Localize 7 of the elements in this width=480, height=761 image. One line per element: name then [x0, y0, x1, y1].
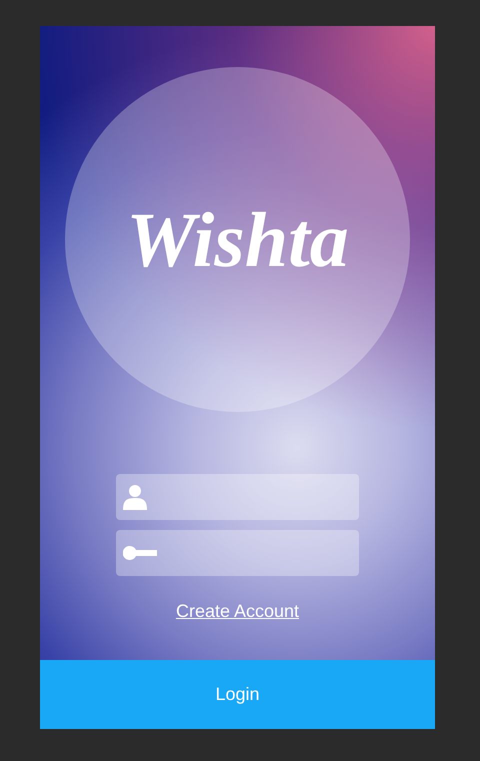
logo-text: Wishta — [126, 200, 349, 278]
password-field[interactable] — [116, 530, 359, 576]
login-button[interactable]: Login — [40, 660, 435, 729]
create-account-link[interactable]: Create Account — [176, 598, 300, 625]
user-icon — [123, 484, 147, 510]
key-icon — [123, 546, 157, 560]
username-field[interactable] — [116, 474, 359, 520]
